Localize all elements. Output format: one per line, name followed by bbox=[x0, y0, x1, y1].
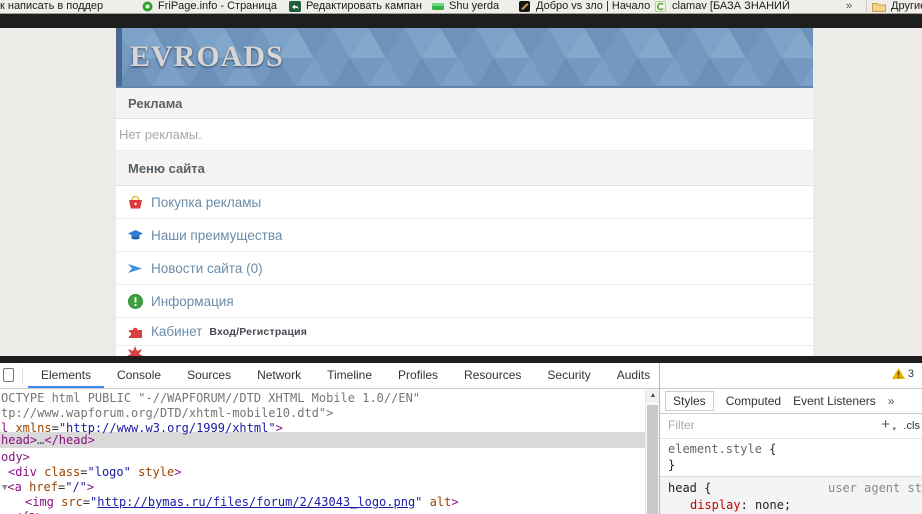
tab-elements[interactable]: Elements bbox=[28, 363, 104, 388]
dom-node-doctype-1[interactable]: OCTYPE html PUBLIC "-//WAPFORUM//DTD XHT… bbox=[1, 391, 420, 406]
cabinet-login-label[interactable]: Вход/Регистрация bbox=[209, 326, 307, 338]
menu-item-information[interactable]: Информация bbox=[116, 285, 813, 318]
arrow-icon bbox=[127, 260, 144, 277]
page-bottom-dark-band bbox=[0, 356, 922, 363]
menu-item-advantages[interactable]: Наши преимущества bbox=[116, 219, 813, 252]
console-warning-badge[interactable]: 3 bbox=[892, 368, 914, 380]
styles-filter-input[interactable]: Filter bbox=[668, 418, 695, 432]
styles-sidebar: Styles Computed Event Listeners » Filter… bbox=[660, 389, 922, 514]
tab-timeline[interactable]: Timeline bbox=[314, 363, 385, 388]
tab-resources[interactable]: Resources bbox=[451, 363, 534, 388]
section-header-ads: Реклама bbox=[116, 88, 813, 119]
ads-empty-row: Нет рекламы. bbox=[116, 119, 813, 151]
folder-icon bbox=[872, 1, 886, 12]
menu-link-label: Наши преимущества bbox=[151, 228, 282, 243]
red-star-icon bbox=[127, 346, 143, 356]
bookmark-label: Shu yerda bbox=[449, 0, 499, 12]
devtools-tabs: Elements Console Sources Network Timelin… bbox=[28, 363, 663, 388]
scrollbar-thumb[interactable] bbox=[647, 405, 658, 514]
bookmark-label: clamav [БАЗА ЗНАНИЙ bbox=[672, 0, 790, 12]
bookmark-label: FriPage.info - Страница bbox=[158, 0, 277, 12]
tab-styles[interactable]: Styles bbox=[665, 391, 714, 411]
warning-count: 3 bbox=[908, 368, 914, 380]
menu-item-news[interactable]: Новости сайта (0) bbox=[116, 252, 813, 285]
tab-network[interactable]: Network bbox=[244, 363, 314, 388]
page-top-dark-band bbox=[0, 14, 922, 28]
toggle-class-button[interactable]: .cls bbox=[904, 420, 921, 432]
dom-node-img[interactable]: <img src="http://bymas.ru/files/forum/2/… bbox=[25, 495, 459, 510]
favicon-reply-arrow bbox=[289, 1, 301, 12]
css-property-display[interactable]: display: none; bbox=[690, 498, 791, 512]
site-header-banner[interactable]: EVROADS bbox=[116, 28, 813, 88]
site-logo[interactable]: EVROADS bbox=[130, 40, 284, 74]
cart-icon bbox=[127, 194, 144, 211]
devtools-panel: Elements Console Sources Network Timelin… bbox=[0, 363, 922, 514]
element-style-close-brace: } bbox=[668, 458, 675, 472]
bookmarks-overflow-chevron[interactable]: » bbox=[846, 0, 852, 13]
site-content-column: EVROADS Реклама Нет рекламы. Меню сайта … bbox=[116, 28, 813, 356]
bookmarks-separator bbox=[866, 1, 867, 12]
resource-link[interactable]: http://bymas.ru/files/forum/2/43043_logo… bbox=[97, 495, 415, 509]
tab-audits[interactable]: Audits bbox=[604, 363, 663, 388]
new-style-rule-button[interactable]: + bbox=[881, 416, 890, 433]
warning-triangle-icon bbox=[892, 368, 905, 380]
element-style-rule[interactable]: element.style { bbox=[668, 442, 776, 456]
tab-computed[interactable]: Computed bbox=[726, 394, 781, 408]
styles-sidebar-tabs: Styles Computed Event Listeners » bbox=[660, 389, 922, 414]
more-tabs-chevron[interactable]: » bbox=[888, 394, 895, 408]
tab-sources[interactable]: Sources bbox=[174, 363, 244, 388]
menu-item-buy-ads[interactable]: Покупка рекламы bbox=[116, 186, 813, 219]
bookmarks-bar: к написать в поддер FriPage.info - Стран… bbox=[0, 0, 922, 14]
tab-console[interactable]: Console bbox=[104, 363, 174, 388]
favicon-dark-square bbox=[519, 1, 530, 12]
dom-node-head-selected[interactable]: head>…</head> bbox=[1, 433, 95, 448]
bookmark-item[interactable]: Добро vs зло | Начало bbox=[536, 0, 650, 13]
dom-node-div-logo[interactable]: <div class="logo" style> bbox=[8, 465, 181, 480]
user-agent-style-rule[interactable]: head { user agent styl display: none; bbox=[660, 476, 922, 514]
bookmark-item[interactable]: Редактировать кампан bbox=[306, 0, 422, 13]
bookmark-label: к написать в поддер bbox=[0, 0, 103, 12]
scrollbar-up-arrow[interactable]: ▲ bbox=[646, 390, 660, 402]
elements-tree: OCTYPE html PUBLIC "-//WAPFORUM//DTD XHT… bbox=[0, 389, 645, 514]
styles-filter-row: Filter + ▾ .cls bbox=[660, 414, 922, 439]
device-toolbar-icon[interactable] bbox=[3, 368, 14, 382]
bookmark-item[interactable]: FriPage.info - Страница bbox=[158, 0, 277, 13]
bookmark-item[interactable]: к написать в поддер bbox=[0, 0, 103, 13]
menu-item-partial[interactable] bbox=[116, 346, 813, 356]
dom-node-body[interactable]: ody> bbox=[1, 450, 30, 465]
info-badge-icon bbox=[127, 293, 144, 310]
toolbar-separator bbox=[22, 367, 23, 384]
favicon-green-bar bbox=[432, 1, 444, 12]
elements-scrollbar[interactable]: ▲ bbox=[645, 389, 660, 514]
section-header-menu: Меню сайта bbox=[116, 151, 813, 186]
dom-node-doctype-2[interactable]: tp://www.wapforum.org/DTD/xhtml-mobile10… bbox=[1, 406, 333, 421]
tab-profiles[interactable]: Profiles bbox=[385, 363, 451, 388]
tab-event-listeners[interactable]: Event Listeners bbox=[793, 394, 876, 408]
dom-node-anchor[interactable]: ▼<a href="/"> bbox=[2, 480, 94, 495]
menu-link-label: Новости сайта (0) bbox=[151, 261, 263, 276]
dom-node-anchor-close[interactable]: </a> bbox=[14, 509, 43, 514]
bookmark-label: Редактировать кампан bbox=[306, 0, 422, 12]
head-rule-selector[interactable]: head { bbox=[668, 481, 711, 495]
menu-link-label: Информация bbox=[151, 294, 234, 309]
menu-link-label: Покупка рекламы bbox=[151, 195, 261, 210]
favicon-green-circle bbox=[142, 1, 153, 12]
bookmark-item[interactable]: Shu yerda bbox=[449, 0, 499, 13]
favicon-clamav bbox=[655, 1, 666, 12]
other-bookmarks-button[interactable]: Другие bbox=[891, 0, 922, 13]
graduation-cap-icon bbox=[127, 227, 144, 244]
devtools-toolbar: Elements Console Sources Network Timelin… bbox=[0, 363, 922, 389]
bookmark-item[interactable]: clamav [БАЗА ЗНАНИЙ bbox=[672, 0, 790, 13]
puzzle-icon bbox=[127, 323, 144, 340]
style-origin-label: user agent styl bbox=[828, 481, 922, 495]
menu-item-cabinet[interactable]: Кабинет Вход/Регистрация bbox=[116, 318, 813, 346]
tab-security[interactable]: Security bbox=[534, 363, 603, 388]
caret-down-icon: ▾ bbox=[892, 425, 896, 433]
menu-link-label: Кабинет bbox=[151, 324, 202, 339]
bookmark-label: Добро vs зло | Начало bbox=[536, 0, 650, 12]
